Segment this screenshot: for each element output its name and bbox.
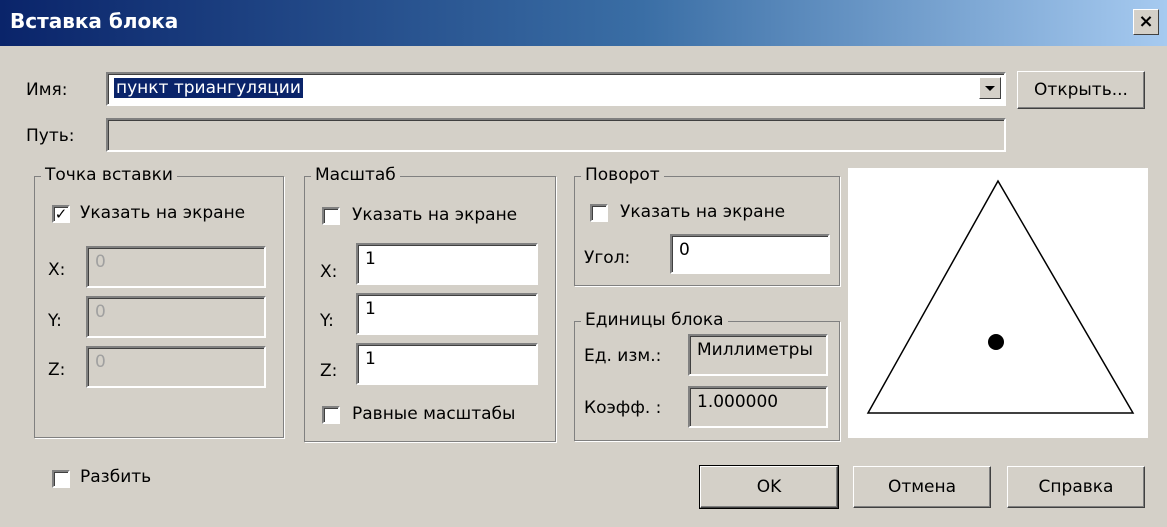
scale-y-value: 1	[365, 299, 376, 319]
insertion-x-label: X:	[48, 260, 66, 280]
scale-x-field[interactable]: 1	[356, 243, 538, 285]
rotation-specify-checkbox[interactable]	[590, 204, 608, 222]
window-title: Вставка блока	[10, 9, 179, 33]
block-preview	[848, 168, 1148, 438]
unit-value: Миллиметры	[697, 340, 813, 360]
rotation-legend: Поворот	[581, 165, 664, 185]
scale-z-value: 1	[365, 349, 376, 369]
explode-checkbox[interactable]	[52, 470, 70, 488]
path-field	[106, 118, 1006, 152]
insertion-y-field[interactable]: 0	[86, 296, 266, 338]
angle-value: 0	[679, 240, 690, 260]
open-button[interactable]: Открыть...	[1017, 71, 1145, 109]
insertion-x-field[interactable]: 0	[86, 246, 266, 288]
insertion-y-label: Y:	[48, 311, 62, 331]
scale-x-value: 1	[365, 249, 376, 269]
title-bar: Вставка блока ×	[0, 0, 1167, 46]
scale-specify-checkbox[interactable]	[322, 207, 340, 225]
ok-button[interactable]: OK	[699, 465, 839, 509]
insertion-x-value: 0	[95, 252, 106, 272]
block-name-combobox[interactable]: пункт триангуляции	[106, 72, 1006, 106]
scale-z-field[interactable]: 1	[356, 343, 538, 385]
scale-x-label: X:	[320, 262, 338, 282]
explode-label: Разбить	[80, 467, 152, 487]
scale-legend: Масштаб	[311, 165, 400, 185]
insertion-point-legend: Точка вставки	[41, 165, 177, 185]
unit-label: Ед. изм.:	[584, 346, 662, 366]
factor-value: 1.000000	[697, 392, 779, 412]
triangulation-point-triangle-icon	[866, 179, 1135, 414]
insertion-z-value: 0	[95, 352, 106, 372]
angle-field[interactable]: 0	[670, 234, 830, 274]
uniform-scale-checkbox[interactable]	[322, 406, 340, 424]
insertion-specify-checkbox[interactable]: ✓	[52, 205, 70, 223]
block-name-value: пункт триангуляции	[114, 78, 303, 98]
block-units-legend: Единицы блока	[581, 310, 728, 330]
path-label: Путь:	[26, 126, 75, 146]
help-button[interactable]: Справка	[1007, 466, 1145, 508]
factor-field: 1.000000	[688, 386, 828, 428]
insertion-z-label: Z:	[48, 360, 66, 380]
scale-specify-label: Указать на экране	[352, 205, 518, 225]
unit-field: Миллиметры	[688, 334, 828, 376]
cancel-button[interactable]: Отмена	[853, 466, 991, 508]
dropdown-arrow-icon[interactable]	[979, 77, 1001, 99]
insertion-specify-label: Указать на экране	[80, 203, 246, 223]
scale-z-label: Z:	[320, 361, 338, 381]
scale-y-field[interactable]: 1	[356, 293, 538, 335]
insertion-y-value: 0	[95, 302, 106, 322]
name-label: Имя:	[26, 80, 68, 100]
close-button[interactable]: ×	[1133, 9, 1159, 35]
rotation-specify-label: Указать на экране	[620, 202, 786, 222]
angle-label: Угол:	[584, 248, 631, 268]
scale-y-label: Y:	[320, 311, 334, 331]
insertion-z-field[interactable]: 0	[86, 346, 266, 388]
uniform-scale-label: Равные масштабы	[352, 404, 516, 424]
factor-label: Коэфф. :	[584, 398, 662, 418]
